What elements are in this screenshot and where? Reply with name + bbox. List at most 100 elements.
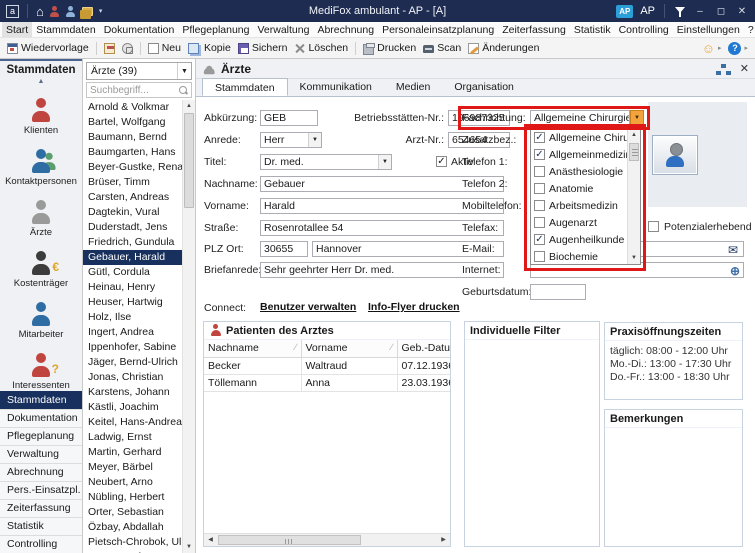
doctor-list-item[interactable]: Martin, Gerhard xyxy=(83,445,182,460)
sidebar-nav-item[interactable]: Controlling xyxy=(0,535,82,553)
client-stats-icon[interactable] xyxy=(50,6,60,17)
scrollbar-thumb[interactable] xyxy=(184,113,194,208)
sidebar-splitter[interactable]: ▼ ····· xyxy=(0,382,82,389)
photo-button[interactable] xyxy=(652,135,698,175)
menu-item[interactable]: Verwaltung xyxy=(254,22,314,37)
neu-button[interactable]: Neu xyxy=(146,41,183,55)
fachrichtung-option[interactable]: Augenheilkunde xyxy=(531,231,628,248)
doctor-list-item[interactable]: Pietsch-Chrobok, Ulrich xyxy=(83,535,182,550)
doctor-list-item[interactable]: Özbay, Abdallah xyxy=(83,520,182,535)
sidebar-nav-item[interactable]: Zeiterfassung xyxy=(0,499,82,517)
drucken-button[interactable]: Drucken xyxy=(361,41,418,55)
wiedervorlage-button[interactable]: Wiedervorlage xyxy=(5,41,91,55)
sidebar-nav-item[interactable]: Stammdaten xyxy=(0,391,82,409)
doctor-list-item[interactable]: Holz, Ilse xyxy=(83,310,182,325)
doctor-list-item[interactable]: Ippenhofer, Sabine xyxy=(83,340,182,355)
tab[interactable]: Stammdaten xyxy=(202,78,288,96)
sidebar-item-klienten[interactable]: Klienten xyxy=(0,97,82,137)
doctor-list-item[interactable]: Jonas, Christian xyxy=(83,370,182,385)
doctor-list-item[interactable]: Baumgarten, Hans xyxy=(83,145,182,160)
feedback-button[interactable]: ☺▸ xyxy=(700,41,724,56)
doctor-list-item[interactable]: Heuser, Hartwig xyxy=(83,295,182,310)
scroll-up-icon[interactable]: ▲ xyxy=(183,100,195,112)
menu-item[interactable]: Stammdaten xyxy=(32,22,100,37)
fachrichtung-option[interactable]: Allgemeine Chirurgie xyxy=(531,129,628,146)
globe-icon[interactable]: ⊕ xyxy=(730,264,740,278)
list-scrollbar[interactable]: ▲ ▼ xyxy=(182,100,195,553)
doctor-list-item[interactable]: Dagtekin, Vural xyxy=(83,205,182,220)
checkbox[interactable] xyxy=(534,183,545,194)
scrollbar-thumb[interactable] xyxy=(218,535,361,545)
sidebar-nav-item[interactable]: Statistik xyxy=(0,517,82,535)
fachrichtung-option[interactable]: Allgemeinmedizin xyxy=(531,146,628,163)
checkbox[interactable] xyxy=(534,149,545,160)
doctor-list-item[interactable]: Baumann, Bernd xyxy=(83,130,182,145)
sidebar-nav-item[interactable]: Pers.-Einsatzpl. xyxy=(0,481,82,499)
doctor-list-item[interactable]: Carsten, Andreas xyxy=(83,190,182,205)
column-header-vorname[interactable]: Vorname∕ xyxy=(301,340,397,357)
fachrichtung-option[interactable]: Biochemie xyxy=(531,248,628,265)
sichern-button[interactable]: Sichern xyxy=(236,41,290,55)
doctor-list-item[interactable]: Brüser, Timm xyxy=(83,175,182,190)
doctor-list-item[interactable]: Neubert, Arno xyxy=(83,475,182,490)
doctor-list-item[interactable]: Kästli, Joachim xyxy=(83,400,182,415)
menu-item[interactable]: Abrechnung xyxy=(313,22,378,37)
menu-item[interactable]: ? xyxy=(744,22,755,37)
checkbox[interactable] xyxy=(534,251,545,262)
doctor-list-item[interactable]: Keitel, Hans-Andreas xyxy=(83,415,182,430)
fachrichtung-option[interactable]: Augenarzt xyxy=(531,214,628,231)
help-button[interactable]: ?▸ xyxy=(726,41,750,56)
checkbox[interactable] xyxy=(534,166,545,177)
tab[interactable]: Medien xyxy=(384,78,442,96)
checkbox[interactable] xyxy=(534,234,545,245)
doctor-list-item[interactable]: Jäger, Bernd-Ulrich xyxy=(83,355,182,370)
doctor-list-item[interactable]: Beyer-Gustke, Renate xyxy=(83,160,182,175)
minimize-button[interactable]: – xyxy=(693,6,707,17)
titel-dropdown[interactable]: Dr. med.▼ xyxy=(260,154,392,170)
checkbox[interactable] xyxy=(534,217,545,228)
doctor-list-item[interactable]: Gebauer, Harald xyxy=(83,250,182,265)
sidebar-item-mitarbeiter[interactable]: Mitarbeiter xyxy=(0,301,82,341)
close-button[interactable]: ✕ xyxy=(735,6,749,17)
scroll-down-icon[interactable]: ▼ xyxy=(628,252,640,264)
sidebar-nav-item[interactable]: Pflegeplanung xyxy=(0,427,82,445)
doctor-list-item[interactable]: Orter, Sebastian xyxy=(83,505,182,520)
documents-icon[interactable] xyxy=(82,7,93,16)
scroll-down-icon[interactable]: ▼ xyxy=(183,541,195,553)
loeschen-button[interactable]: Löschen xyxy=(292,41,350,55)
popup-scrollbar[interactable]: ▲ ▼ xyxy=(627,129,640,264)
table-row[interactable]: Becker Waltraud 07.12.1936 xyxy=(204,357,450,374)
org-chart-icon[interactable] xyxy=(721,64,726,68)
menu-item[interactable]: Dokumentation xyxy=(100,22,179,37)
menu-item[interactable]: Pflegeplanung xyxy=(178,22,253,37)
scrollbar-thumb[interactable] xyxy=(629,143,639,161)
sidebar-item-kostentraeger[interactable]: € Kostenträger xyxy=(0,250,82,290)
panel-close-icon[interactable]: ✕ xyxy=(740,62,749,75)
doctor-list-item[interactable]: Heinau, Henry xyxy=(83,280,182,295)
lock-button[interactable] xyxy=(120,42,135,55)
sidebar-item-kontaktpersonen[interactable]: Kontaktpersonen xyxy=(0,148,82,188)
doctor-list-item[interactable]: Gütl, Cordula xyxy=(83,265,182,280)
fachrichtung-dropdown-button[interactable]: ▼ xyxy=(630,110,644,126)
home-icon[interactable]: ⌂ xyxy=(36,5,44,18)
menu-item[interactable]: Start xyxy=(2,22,32,37)
column-header-gebdatum[interactable]: Geb.-Datum xyxy=(397,340,450,357)
doctor-list-item[interactable]: Karstens, Johann xyxy=(83,385,182,400)
tab[interactable]: Organisation xyxy=(442,78,526,96)
sidebar-nav-item[interactable]: Dokumentation xyxy=(0,409,82,427)
list-filter-dropdown[interactable]: Ärzte (39) ▼ xyxy=(86,62,192,80)
doctor-list-item[interactable]: Arnold & Volkmar xyxy=(83,100,182,115)
menu-item[interactable]: Controlling xyxy=(615,22,673,37)
scroll-left-icon[interactable]: ◀ xyxy=(204,534,217,546)
doctor-list-item[interactable]: Ladwig, Ernst xyxy=(83,430,182,445)
menu-item[interactable]: Einstellungen xyxy=(673,22,744,37)
sidebar-nav-item[interactable]: Abrechnung xyxy=(0,463,82,481)
search-input[interactable]: Suchbegriff... xyxy=(86,82,192,98)
doctor-list-item[interactable]: Bartel, Wolfgang xyxy=(83,115,182,130)
fachrichtung-option[interactable]: Anästhesiologie xyxy=(531,163,628,180)
fachrichtung-option[interactable]: Anatomie xyxy=(531,180,628,197)
table-row[interactable]: Töllemann Anna 23.03.1936 xyxy=(204,374,450,391)
contacts-icon[interactable] xyxy=(66,6,76,17)
doctor-list-item[interactable]: Duderstadt, Jens xyxy=(83,220,182,235)
checkbox[interactable] xyxy=(534,132,545,143)
